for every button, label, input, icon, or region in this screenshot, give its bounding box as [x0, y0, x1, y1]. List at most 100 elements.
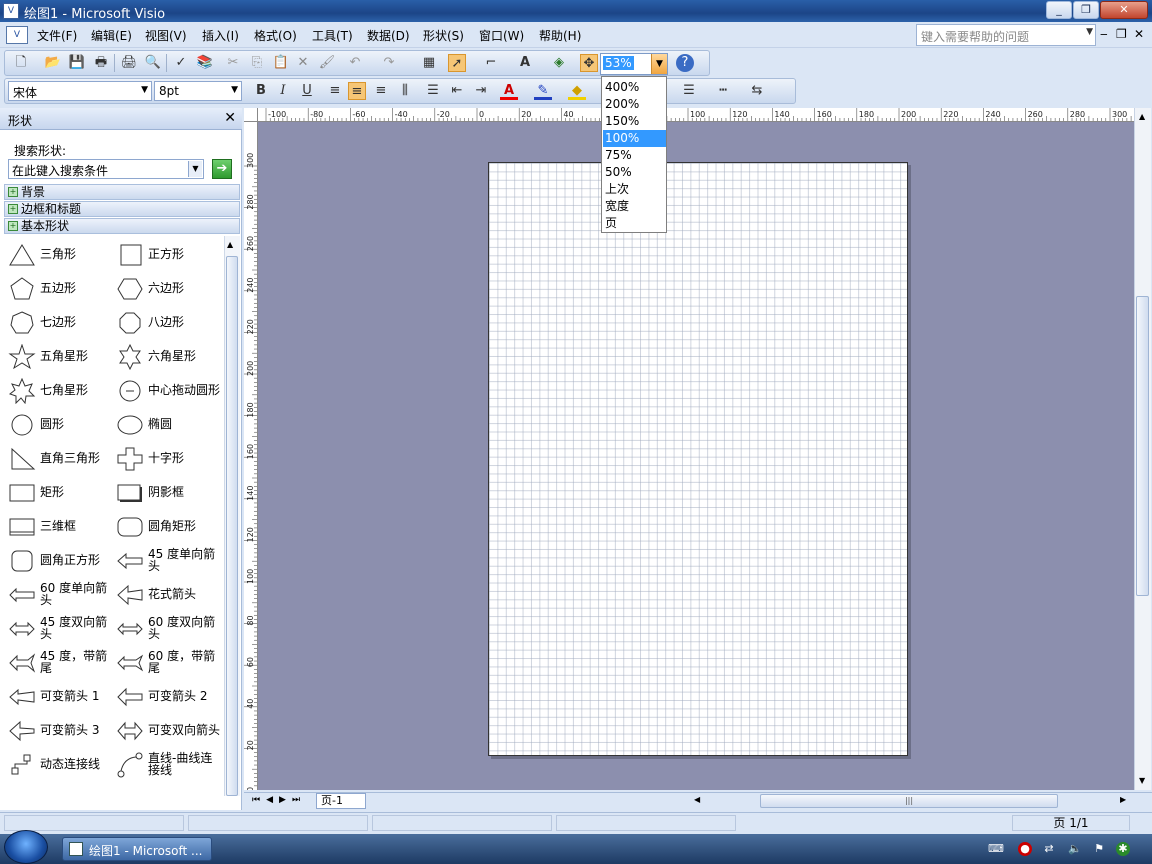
- text-tool-icon[interactable]: A: [516, 54, 534, 72]
- bold-icon[interactable]: B: [252, 82, 270, 100]
- zoom-option[interactable]: 400%: [603, 79, 666, 96]
- chevron-down-icon[interactable]: ▼: [188, 161, 202, 177]
- shape-60-double-arrow[interactable]: 60 度双向箭头: [112, 612, 222, 644]
- italic-icon[interactable]: I: [274, 82, 292, 100]
- research-icon[interactable]: 📚: [196, 54, 214, 72]
- line-color-icon[interactable]: ✎: [534, 82, 552, 100]
- zoom-option[interactable]: 150%: [603, 113, 666, 130]
- shape-rounded-rectangle[interactable]: 圆角矩形: [112, 510, 222, 542]
- zoom-option[interactable]: 50%: [603, 164, 666, 181]
- print-preview-icon[interactable]: 🔍: [144, 54, 162, 72]
- shape-triangle[interactable]: 三角形: [4, 238, 114, 270]
- shape-pentagon[interactable]: 五边形: [4, 272, 114, 304]
- minimize-button[interactable]: _: [1046, 1, 1072, 19]
- cut-icon[interactable]: ✂: [224, 54, 242, 72]
- shape-shadow-box[interactable]: 阴影框: [112, 476, 222, 508]
- menu-window[interactable]: 窗口(W): [479, 27, 524, 44]
- delete-icon[interactable]: ✕: [294, 54, 312, 72]
- align-center-icon[interactable]: ≡: [348, 82, 366, 100]
- font-color-icon[interactable]: A: [500, 82, 518, 100]
- vertical-scroll-thumb[interactable]: [1136, 296, 1149, 596]
- scroll-down-icon[interactable]: ▼: [1139, 776, 1145, 785]
- restore-button[interactable]: ❐: [1073, 1, 1099, 19]
- visio-icon[interactable]: V: [3, 3, 19, 19]
- horizontal-scroll-thumb[interactable]: |||: [760, 794, 1058, 808]
- flag-icon[interactable]: ⚑: [1092, 842, 1106, 856]
- shape-center-drag-circle[interactable]: 中心拖动圆形: [112, 374, 222, 406]
- mdi-minimize-button[interactable]: ‒: [1100, 27, 1108, 41]
- shape-seven-star[interactable]: 七角星形: [4, 374, 114, 406]
- chevron-down-icon[interactable]: ▼: [651, 54, 667, 74]
- spelling-icon[interactable]: ✓: [172, 54, 190, 72]
- shape-45-tailed-arrow[interactable]: 45 度，带箭尾: [4, 646, 114, 678]
- shape-60-tailed-arrow[interactable]: 60 度，带箭尾: [112, 646, 222, 678]
- menu-tools[interactable]: 工具(T): [312, 27, 353, 44]
- save-icon[interactable]: 💾: [68, 54, 86, 72]
- line-weight-icon[interactable]: ☰: [680, 82, 698, 100]
- start-button[interactable]: [4, 830, 48, 864]
- underline-icon[interactable]: U: [298, 82, 316, 100]
- shape-cross[interactable]: 十字形: [112, 442, 222, 474]
- paste-icon[interactable]: 📋: [272, 54, 290, 72]
- shape-rounded-square[interactable]: 圆角正方形: [4, 544, 114, 576]
- shape-line-curve-connector[interactable]: 直线-曲线连接线: [112, 748, 222, 780]
- security-icon[interactable]: ●: [1018, 842, 1032, 856]
- stencil-borders-titles[interactable]: + 边框和标题: [4, 201, 240, 217]
- menu-help[interactable]: 帮助(H): [539, 27, 581, 44]
- line-pattern-icon[interactable]: ┅: [714, 82, 732, 100]
- stencil-background[interactable]: + 背景: [4, 184, 240, 200]
- increase-indent-icon[interactable]: ⇥: [472, 82, 490, 100]
- search-shapes-input[interactable]: 在此键入搜索条件 ▼: [8, 159, 204, 179]
- volume-icon[interactable]: 🔈: [1068, 842, 1082, 856]
- app-tray-icon[interactable]: ✱: [1116, 842, 1130, 856]
- drawing-page[interactable]: [488, 162, 908, 756]
- mdi-restore-button[interactable]: ❐: [1116, 27, 1127, 41]
- zoom-option[interactable]: 页: [603, 215, 666, 232]
- page-tab[interactable]: 页-1: [316, 793, 366, 809]
- page-nav-icons[interactable]: ⏮◀▶⏭: [252, 795, 306, 805]
- permission-icon[interactable]: 🖶: [92, 54, 110, 72]
- shape-dynamic-connector[interactable]: 动态连接线: [4, 748, 114, 780]
- mdi-close-button[interactable]: ✕: [1134, 27, 1144, 41]
- decrease-indent-icon[interactable]: ⇤: [448, 82, 466, 100]
- zoom-option[interactable]: 宽度: [603, 198, 666, 215]
- zoom-option[interactable]: 75%: [603, 147, 666, 164]
- menu-format[interactable]: 格式(O): [254, 27, 297, 44]
- redo-icon[interactable]: ↷: [380, 54, 398, 72]
- close-button[interactable]: ✕: [1100, 1, 1148, 19]
- new-icon[interactable]: 🗋: [12, 54, 30, 72]
- align-right-icon[interactable]: ≡: [372, 82, 390, 100]
- network-icon[interactable]: ⇄: [1042, 842, 1056, 856]
- pointer-tool-icon[interactable]: ➚: [448, 54, 466, 72]
- shape-fancy-arrow[interactable]: 花式箭头: [112, 578, 222, 610]
- stencil-icon[interactable]: ◈: [550, 54, 568, 72]
- shape-five-star[interactable]: 五角星形: [4, 340, 114, 372]
- bullets-icon[interactable]: ☰: [424, 82, 442, 100]
- shape-variable-arrow-1[interactable]: 可变箭头 1: [4, 680, 114, 712]
- copy-icon[interactable]: ⎘: [248, 54, 266, 72]
- shape-circle[interactable]: 圆形: [4, 408, 114, 440]
- zoom-option-selected[interactable]: 100%: [603, 130, 666, 147]
- format-painter-icon[interactable]: 🖌: [318, 54, 336, 72]
- menu-shapes[interactable]: 形状(S): [423, 27, 464, 44]
- shape-right-triangle[interactable]: 直角三角形: [4, 442, 114, 474]
- pan-zoom-icon[interactable]: ✥: [580, 54, 598, 72]
- scroll-left-icon[interactable]: ◀: [694, 795, 700, 804]
- document-icon[interactable]: V: [6, 26, 28, 44]
- menu-edit[interactable]: 编辑(E): [91, 27, 132, 44]
- shape-60-single-arrow[interactable]: 60 度单向箭头: [4, 578, 114, 610]
- shape-45-double-arrow[interactable]: 45 度双向箭头: [4, 612, 114, 644]
- menu-view[interactable]: 视图(V): [145, 27, 187, 44]
- zoom-option[interactable]: 200%: [603, 96, 666, 113]
- help-search-input[interactable]: 键入需要帮助的问题 ▼: [916, 24, 1096, 46]
- line-ends-icon[interactable]: ⇆: [748, 82, 766, 100]
- scroll-up-icon[interactable]: ▲: [1139, 112, 1145, 121]
- shape-square[interactable]: 正方形: [112, 238, 222, 270]
- distribute-icon[interactable]: ⫼: [396, 82, 414, 100]
- print-icon[interactable]: 🖨: [120, 54, 138, 72]
- menu-data[interactable]: 数据(D): [367, 27, 410, 44]
- help-icon[interactable]: ?: [676, 54, 694, 72]
- scroll-right-icon[interactable]: ▶: [1120, 795, 1126, 804]
- shape-rectangle[interactable]: 矩形: [4, 476, 114, 508]
- menu-file[interactable]: 文件(F): [37, 27, 77, 44]
